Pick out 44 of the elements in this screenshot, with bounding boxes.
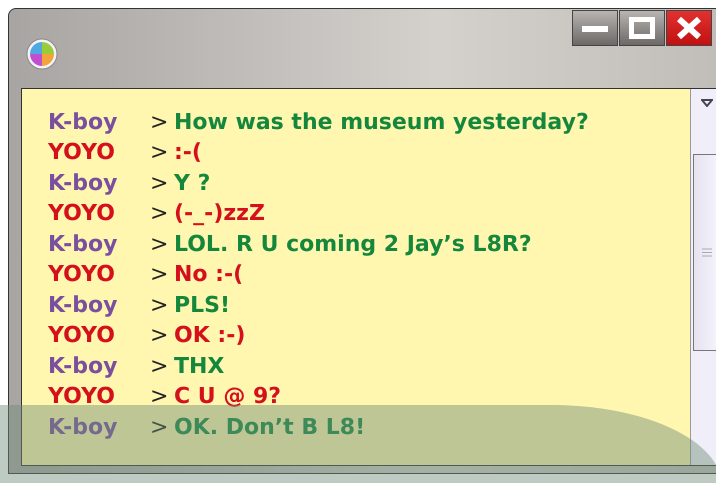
- close-button[interactable]: [666, 10, 712, 46]
- separator: >: [150, 383, 170, 411]
- sender-name: YOYO: [48, 383, 116, 411]
- message-text: Y ?: [174, 170, 210, 198]
- separator: >: [150, 352, 170, 380]
- message-text: :-(: [174, 139, 202, 167]
- close-icon: [676, 16, 702, 40]
- separator: >: [150, 230, 170, 258]
- sender-name: K-boy: [48, 292, 118, 320]
- message-text: LOL. R U coming 2 Jay’s L8R?: [174, 230, 532, 258]
- maximize-icon: [629, 17, 655, 39]
- separator: >: [150, 109, 170, 136]
- sender-name: K-boy: [48, 230, 118, 258]
- message-text: No :-(: [174, 261, 244, 289]
- minimize-icon: [582, 24, 608, 32]
- scrollbar[interactable]: [690, 89, 716, 465]
- minimize-button[interactable]: [572, 10, 618, 46]
- sender-name: YOYO: [48, 322, 116, 350]
- grip-icon: [702, 248, 712, 257]
- message-text: PLS!: [174, 292, 230, 320]
- separator: >: [150, 170, 170, 198]
- app-logo-icon: [26, 38, 58, 70]
- sender-name: K-boy: [48, 109, 118, 136]
- message-text: How was the museum yesterday?: [174, 109, 589, 136]
- sender-name: K-boy: [48, 170, 118, 198]
- separator: >: [150, 139, 170, 167]
- separator: >: [150, 200, 170, 228]
- message-text: C U @ 9?: [174, 383, 282, 411]
- separator: >: [150, 261, 170, 289]
- separator: >: [150, 414, 170, 442]
- separator: >: [150, 292, 170, 320]
- sender-name: K-boy: [48, 414, 118, 442]
- sender-name: K-boy: [48, 352, 118, 380]
- separator: >: [150, 322, 170, 350]
- scroll-down-icon[interactable]: [700, 99, 712, 107]
- sender-name: YOYO: [48, 200, 116, 228]
- sender-name: YOYO: [48, 261, 116, 289]
- scroll-thumb[interactable]: [692, 154, 716, 351]
- message-text: (-_-)zzZ: [174, 200, 265, 228]
- message-text: OK :-): [174, 322, 246, 350]
- message-text: OK. Don’t B L8!: [174, 414, 366, 442]
- message-text: THX: [174, 352, 224, 380]
- maximize-button[interactable]: [619, 10, 665, 46]
- sender-name: YOYO: [48, 139, 116, 167]
